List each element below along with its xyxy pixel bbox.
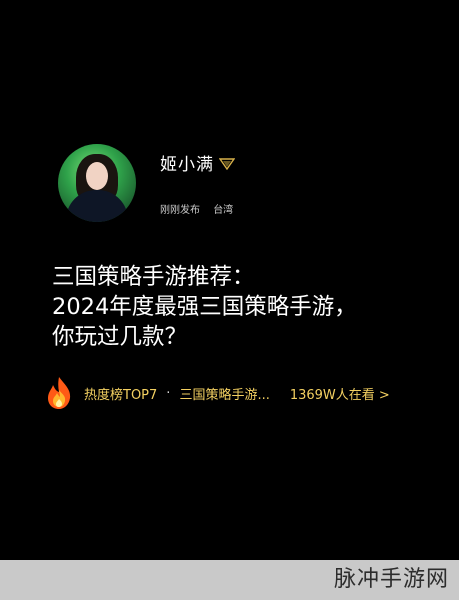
post-card: 姬小满 刚刚发布 台湾 三国策略手游推荐： 2024年度最强三国策略手游， 你玩… <box>0 0 459 560</box>
username[interactable]: 姬小满 <box>160 155 214 175</box>
title-line: 2024年度最强三国策略手游， <box>52 294 357 320</box>
location: 台湾 <box>213 205 234 216</box>
hot-separator: · <box>166 385 171 401</box>
title-line: 三国策略手游推荐： <box>52 264 255 290</box>
post-meta: 刚刚发布 台湾 <box>160 205 233 217</box>
hot-ranking-row[interactable]: 热度榜TOP7 · 三国策略手游... 1369W人在看 > <box>44 376 424 410</box>
watermark: 脉冲手游网 <box>333 567 449 592</box>
post-title: 三国策略手游推荐： 2024年度最强三国策略手游， 你玩过几款？ <box>52 262 432 352</box>
hot-views-link[interactable]: 1369W人在看 > <box>290 384 390 403</box>
publish-time: 刚刚发布 <box>160 205 200 216</box>
hot-topic: 三国策略手游... <box>179 387 270 403</box>
vip-badge-icon <box>219 158 235 170</box>
hot-rank-label: 热度榜TOP7 <box>84 387 158 403</box>
avatar-body <box>66 190 128 222</box>
avatar-face <box>86 162 108 190</box>
avatar[interactable] <box>58 144 136 222</box>
fire-icon <box>48 377 71 409</box>
title-line: 你玩过几款？ <box>52 324 188 350</box>
